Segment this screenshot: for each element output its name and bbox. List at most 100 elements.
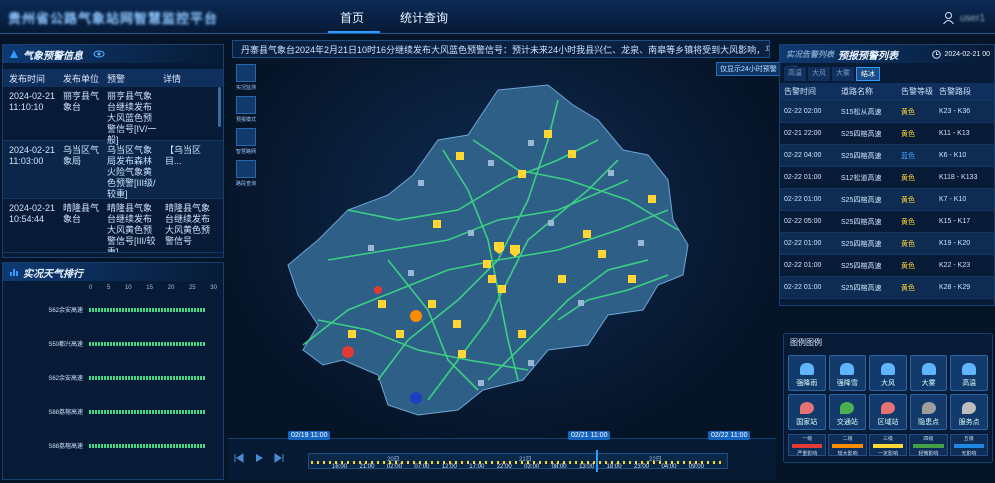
timeline-current-flag: 02/21 11:00 [568,431,611,440]
eye-icon[interactable] [93,50,105,58]
map-view[interactable] [228,60,776,442]
alert-level: 黄色 [901,174,915,182]
tab-high-temp[interactable]: 高温 [784,67,806,81]
province-map [287,84,689,416]
col-alert-time: 告警时间 [784,87,816,96]
alert-row[interactable]: 02-22 02:00 S15松从高速 黄色 K23 - K36 [780,101,994,123]
level-name: 五级 [963,436,974,442]
alert-panel-subtitle[interactable]: 实况告警列表 [786,49,834,60]
alert-level: 黄色 [901,196,915,204]
tab-fog[interactable]: 大雾 [832,67,854,81]
col-road-name: 道路名称 [841,87,873,96]
tool-road-query[interactable]: 路段查询 [235,160,257,187]
tab-wind[interactable]: 大风 [808,67,830,81]
alert-row[interactable]: 02-22 04:00 S25四榕高速 蓝色 K6 - K10 [780,145,994,167]
timeline-hour: 16:00 [332,464,348,470]
rank-row[interactable]: S88荔榕高速 [9,441,219,450]
legend-item[interactable]: 强降雨 [788,355,826,391]
step-back-icon[interactable] [234,453,244,463]
alert-time: 02-22 05:00 [784,218,822,225]
legend-label: 强降雪 [836,380,858,387]
legend-label: 高温 [962,380,977,387]
alert-level: 黄色 [901,284,915,292]
warning-panel-header: 气象预警信息 [3,45,223,63]
timeline-controls [234,453,284,463]
alert-time: 02-22 02:00 [784,108,822,115]
warning-ticker[interactable]: 丹寨县气象台2024年2月21日10时16分继续发布大风蓝色预警信号：预计未来2… [232,40,770,58]
alert-time: 02-22 04:00 [784,152,822,159]
rank-row[interactable]: S62余安高速 [9,373,219,382]
level-name: 二级 [842,436,853,442]
nav-home[interactable]: 首页 [340,9,364,26]
system-title: 贵州省公路气象站网智慧监控平台 [8,11,219,26]
alert-time: 02-22 01:00 [784,262,822,269]
warning-row[interactable]: 2024-02-21 10:54:44 晴隆县气象台 晴隆县气象台继续发布大风黄… [3,199,223,253]
rank-icon [10,269,18,276]
alert-row[interactable]: 02-21 22:00 S25四榕高速 黄色 K11 - K13 [780,123,994,145]
rank-row[interactable]: S88荔榕高速 [9,407,219,416]
rank-road-name: S88荔榕高速 [48,410,83,416]
legend-item[interactable]: 大雾 [909,355,948,391]
alert-road: S25四榕高速 [841,130,882,138]
rank-bar [89,443,205,448]
legend-item[interactable]: 隐患点 [909,394,948,430]
level-swatch [953,444,985,448]
legend-item[interactable]: 服务点 [950,394,988,430]
warning-row[interactable]: 2024-02-21 11:10:10 丽亨县气象台 丽亨县气象台继续发布大风蓝… [3,87,223,145]
scale-tick: 30 [210,285,217,291]
legend-item[interactable]: 强降雪 [828,355,867,391]
rank-road-name: S62余安高速 [48,308,83,314]
legend-item[interactable]: 大风 [869,355,907,391]
alert-segment: K15 - K17 [939,218,971,225]
level-name: 四级 [923,436,934,442]
warning-scrollbar[interactable] [218,87,221,127]
rank-road-name: S62余安高速 [48,376,83,382]
alert-list-panel: 实况告警列表 预报预警列表 2024-02-21 00 高温 大风 大雾 结冰 … [779,44,995,306]
timeline[interactable]: 02/19 11:00 02/21 11:00 02/22 11:00 20日 … [228,431,776,480]
tool-live-monitor[interactable]: 实况监测 [235,64,257,91]
level-bar: 一级 严重影响 二级 较大影响 三级 一定影响 四级 轻微影响 五级 无影响 [784,434,992,457]
legend-label: 服务点 [958,419,980,426]
alert-row[interactable]: 02-22 01:00 S25四榕高速 黄色 K22 - K23 [780,255,994,277]
level-item: 四级 轻微影响 [909,434,948,457]
legend-item[interactable]: 区域站 [869,394,907,430]
tool-smart-network[interactable]: 智慧路网 [235,128,257,155]
rank-row[interactable]: S62余安高速 [9,305,219,314]
scale-tick: 20 [167,285,175,291]
timeline-hour: 07:00 [414,464,430,470]
level-item: 二级 较大影响 [828,434,867,457]
nav-statistics[interactable]: 统计查询 [400,9,448,26]
toggle-label: 仅显示24小时预警 [716,62,781,76]
user-menu[interactable]: user1 [943,12,985,24]
traffic-station-icon [840,402,855,414]
alert-row[interactable]: 02-22 05:00 S25四榕高速 黄色 K15 - K17 [780,211,994,233]
play-icon[interactable] [254,453,264,463]
rank-row[interactable]: S50都兴高速 [9,339,219,348]
alert-tabs: 高温 大风 大雾 结冰 [780,63,994,83]
alert-row[interactable]: 02-22 01:00 S12松道高速 黄色 K118 - K133 [780,167,994,189]
tool-forecast-mode[interactable]: 预报模式 [235,96,257,123]
scale-tick: 25 [188,285,196,291]
alert-level: 黄色 [901,262,915,270]
rank-bar [89,409,205,414]
alert-panel-title[interactable]: 预报预警列表 [838,47,898,62]
alert-road: S25四榕高速 [841,196,882,204]
alert-level: 黄色 [901,218,915,226]
scale-tick: 0 [89,285,93,291]
legend-item[interactable]: 高温 [950,355,988,391]
col-unit: 发布单位 [63,73,100,84]
alert-row[interactable]: 02-22 01:00 S25四榕高速 黄色 K7 - K10 [780,189,994,211]
warning-row[interactable]: 2024-02-21 11:03:00 乌当区气象局 乌当区气象局发布森林火险气… [3,141,223,199]
alert-row[interactable]: 02-22 01:00 S25四榕高速 黄色 K19 - K20 [780,233,994,255]
alert-segment: K11 - K13 [939,130,970,137]
legend-item[interactable]: 国家站 [788,394,826,430]
step-forward-icon[interactable] [274,453,284,463]
level-swatch [872,444,904,448]
alert-date: 2024-02-21 00 [944,50,990,58]
alert-row[interactable]: 02-22 01:00 S25四榕高速 黄色 K28 - K29 [780,277,994,299]
legend-item[interactable]: 交通站 [828,394,867,430]
snow-icon [840,363,855,375]
tab-icing[interactable]: 结冰 [856,67,880,81]
col-time: 发布时间 [9,73,46,84]
col-warning: 预警 [107,73,126,84]
